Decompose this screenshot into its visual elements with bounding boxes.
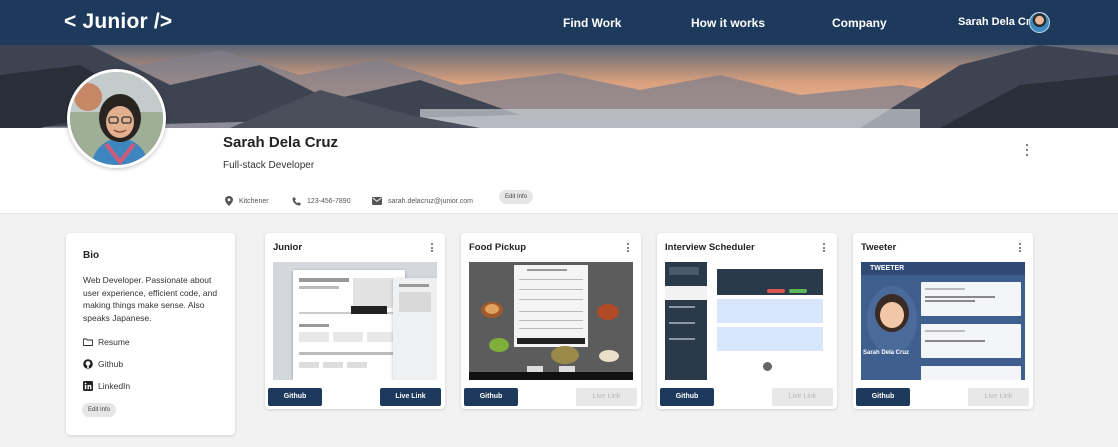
project-kebab-menu-icon[interactable] (1015, 241, 1025, 257)
nav-user-avatar[interactable] (1029, 12, 1050, 33)
profile-email-text[interactable]: sarah.delacruz@junior.com (388, 198, 473, 205)
bio-link-github-label: Github (98, 359, 124, 369)
bio-link-resume-label: Resume (98, 337, 130, 347)
project-card-junior: Junior Github Live Link (265, 233, 445, 409)
project-title: Interview Scheduler (665, 242, 755, 253)
profile-email: sarah.delacruz@junior.com (372, 195, 473, 207)
bio-edit-info-button[interactable]: Edit Info (82, 403, 117, 417)
project-github-button[interactable]: Github (856, 388, 910, 406)
bio-link-linkedin-label: LinkedIn (98, 381, 131, 391)
nav-link-how-it-works[interactable]: How it works (691, 16, 765, 30)
project-live-link-button: Live Link (576, 388, 637, 406)
bio-link-github[interactable]: Github (83, 359, 123, 369)
profile-edit-info-button[interactable]: Edit Info (499, 190, 534, 204)
bio-link-resume[interactable]: Resume (83, 337, 130, 347)
profile-phone-text: 123-456-7890 (307, 197, 351, 205)
profile-phone: 123-456-7890 (292, 195, 351, 207)
tweeter-header-text: TWEETER (870, 265, 905, 272)
bio-title: Bio (83, 250, 100, 261)
project-card-tweeter: Tweeter TWEETER Sarah Dela Cruz Github L… (853, 233, 1033, 409)
project-github-button[interactable]: Github (268, 388, 322, 406)
bio-card: Bio Web Developer. Passionate about user… (66, 233, 235, 435)
project-title: Tweeter (861, 242, 897, 253)
project-title: Junior (273, 242, 303, 253)
profile-banner-image (0, 45, 1118, 128)
github-icon (83, 359, 93, 369)
project-screenshot-tweeter[interactable]: TWEETER Sarah Dela Cruz (861, 262, 1025, 380)
tweeter-user-text: Sarah Dela Cruz (863, 350, 910, 356)
site-logo[interactable]: < Junior /> (64, 10, 172, 34)
nav-link-find-work[interactable]: Find Work (563, 16, 621, 30)
profile-header (0, 128, 1118, 214)
profile-location: Kitchener (225, 195, 269, 207)
profile-name: Sarah Dela Cruz (223, 134, 339, 151)
folder-icon (83, 338, 93, 346)
phone-icon (292, 197, 301, 205)
linkedin-icon (83, 381, 93, 391)
profile-kebab-menu-icon[interactable] (1022, 142, 1032, 158)
project-github-button[interactable]: Github (660, 388, 714, 406)
top-navbar: < Junior /> Find Work How it works Compa… (0, 0, 1118, 45)
project-live-link-button: Live Link (968, 388, 1029, 406)
profile-avatar (67, 69, 166, 168)
project-live-link-button[interactable]: Live Link (380, 388, 441, 406)
project-screenshot-junior[interactable] (273, 262, 437, 380)
project-card-interview-scheduler: Interview Scheduler Github Live Link (657, 233, 837, 409)
project-live-link-button: Live Link (772, 388, 833, 406)
project-title: Food Pickup (469, 242, 526, 253)
project-card-food-pickup: Food Pickup Github Live Link (461, 233, 641, 409)
profile-location-text: Kitchener (239, 197, 269, 205)
bio-link-linkedin[interactable]: LinkedIn (83, 381, 130, 391)
map-pin-icon (225, 196, 233, 206)
profile-role: Full-stack Developer (223, 160, 315, 171)
nav-link-company[interactable]: Company (832, 16, 887, 30)
bio-text: Web Developer. Passionate about user exp… (83, 275, 218, 323)
project-screenshot-food-pickup[interactable] (469, 262, 633, 380)
project-kebab-menu-icon[interactable] (427, 241, 437, 257)
mail-icon (372, 197, 382, 205)
project-screenshot-interview-scheduler[interactable] (665, 262, 829, 380)
project-kebab-menu-icon[interactable] (819, 241, 829, 257)
project-kebab-menu-icon[interactable] (623, 241, 633, 257)
project-github-button[interactable]: Github (464, 388, 518, 406)
